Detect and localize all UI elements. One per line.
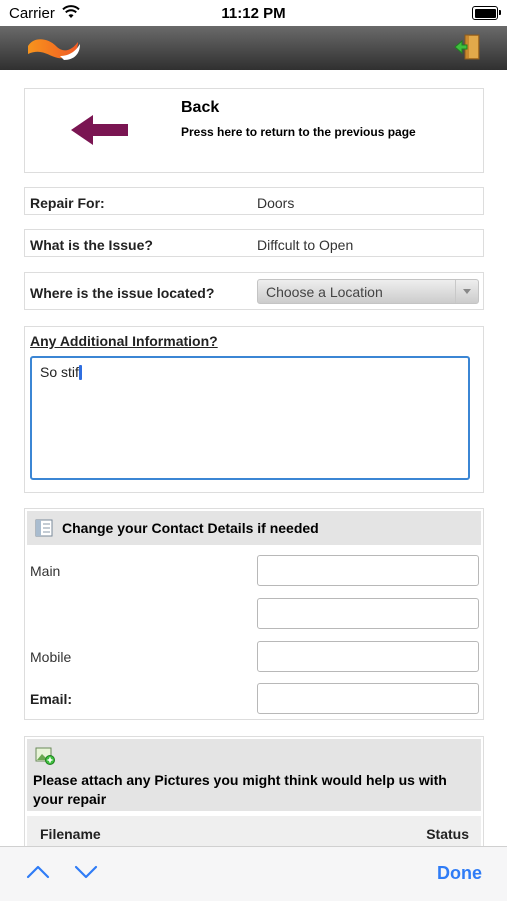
left-arrow-icon xyxy=(71,115,129,150)
clock: 11:12 PM xyxy=(221,5,286,22)
repair-for-value: Doors xyxy=(257,195,295,211)
issue-label: What is the Issue? xyxy=(30,237,153,253)
pictures-section: Please attach any Pictures you might thi… xyxy=(24,736,484,856)
contact-section-header: Change your Contact Details if needed xyxy=(27,511,481,545)
main-phone-input[interactable] xyxy=(257,555,479,586)
email-label: Email: xyxy=(30,691,73,707)
exit-door-icon[interactable] xyxy=(453,33,483,66)
pictures-section-header: Please attach any Pictures you might thi… xyxy=(27,739,481,811)
back-title: Back xyxy=(181,99,220,116)
battery-icon xyxy=(472,6,501,20)
text-cursor xyxy=(78,365,82,380)
keyboard-accessory-bar: Done xyxy=(0,846,507,901)
email-input[interactable] xyxy=(257,683,479,714)
back-subtitle: Press here to return to the previous pag… xyxy=(181,125,416,139)
status-bar: Carrier 11:12 PM xyxy=(0,0,507,26)
mobile-input[interactable] xyxy=(257,641,479,672)
status-column-header: Status xyxy=(426,826,469,842)
repair-for-row: Repair For: Doors xyxy=(24,187,484,215)
pictures-section-title: Please attach any Pictures you might thi… xyxy=(33,772,447,807)
file-table-header: Filename Status xyxy=(27,816,481,850)
issue-row: What is the Issue? Diffcult to Open xyxy=(24,229,484,257)
chevron-up-icon xyxy=(26,865,50,879)
main-phone-label: Main xyxy=(30,563,61,579)
repair-for-label: Repair For: xyxy=(30,195,105,211)
location-row: Where is the issue located? Choose a Loc… xyxy=(24,272,484,310)
repair-form: Back Press here to return to the previou… xyxy=(24,88,484,856)
location-select[interactable]: Choose a Location xyxy=(257,279,479,304)
contact-details-section: Change your Contact Details if needed Ma… xyxy=(24,508,484,720)
previous-field-button[interactable] xyxy=(26,864,50,885)
filename-column-header: Filename xyxy=(40,826,101,842)
contact-section-title: Change your Contact Details if needed xyxy=(62,520,319,536)
additional-info-textarea[interactable]: So stif xyxy=(30,356,470,480)
location-label: Where is the issue located? xyxy=(30,285,215,301)
next-field-button[interactable] xyxy=(74,864,98,885)
main-phone-input-2[interactable] xyxy=(257,598,479,629)
issue-value: Diffcult to Open xyxy=(257,237,354,253)
chevron-down-icon xyxy=(74,865,98,879)
done-button[interactable]: Done xyxy=(437,863,482,884)
chevron-down-icon xyxy=(455,280,478,303)
additional-info-label: Any Additional Information? xyxy=(30,333,218,349)
additional-info-section: Any Additional Information? So stif xyxy=(24,326,484,493)
location-select-value: Choose a Location xyxy=(266,284,383,300)
additional-info-text: So stif xyxy=(40,364,79,380)
contact-card-icon xyxy=(35,519,53,542)
back-button[interactable]: Back Press here to return to the previou… xyxy=(24,88,484,173)
fox-tail-logo-icon xyxy=(26,34,82,67)
add-picture-icon xyxy=(35,747,55,770)
mobile-label: Mobile xyxy=(30,649,72,665)
